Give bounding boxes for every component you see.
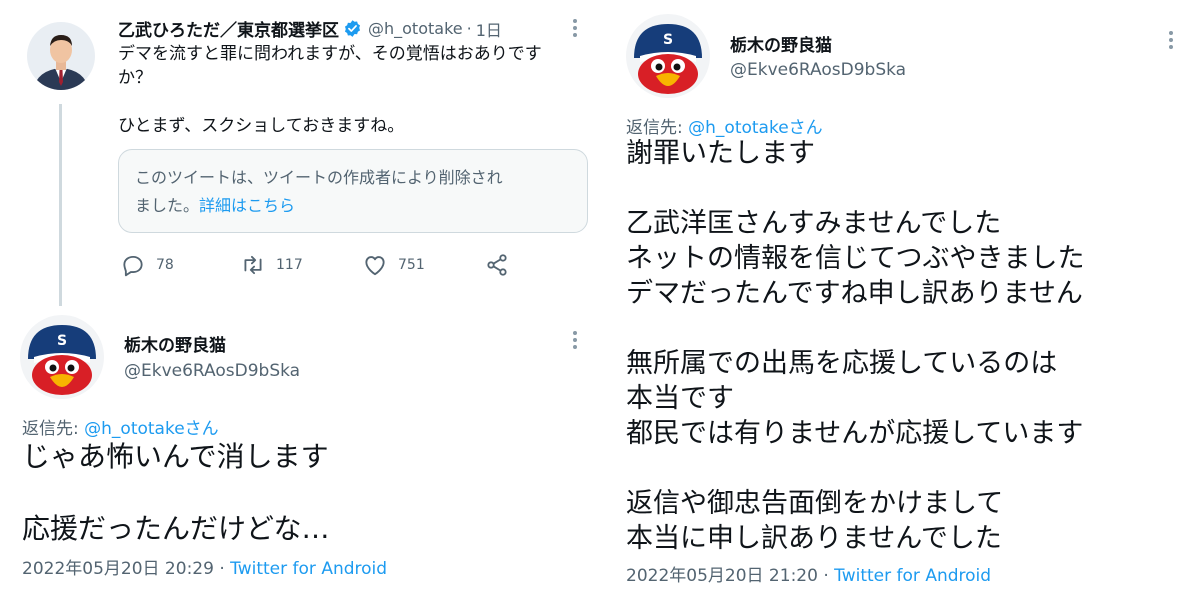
reply-author-avatar[interactable]: S xyxy=(626,14,710,98)
tweet-text-line: 都民では有りませんが応援しています xyxy=(626,418,1084,449)
learn-more-link[interactable]: 詳細はこちら xyxy=(199,196,295,215)
apology-tweet-footer: 2022年05月20日 21:20 · Twitter for Android xyxy=(626,561,991,586)
tweet-timestamp[interactable]: 2022年05月20日 21:20 xyxy=(626,566,818,586)
tweet-text-line: じゃあ怖いんで消します xyxy=(22,440,329,473)
tweet-text-line: 謝罪いたします xyxy=(626,138,815,169)
replying-to-label: 返信先: xyxy=(626,118,689,138)
more-options-icon[interactable] xyxy=(563,16,587,40)
tweet-text-line: 無所属での出馬を応援しているのは xyxy=(626,348,1058,379)
tweet-text-line: デマだったんですね申し訳ありません xyxy=(626,278,1083,309)
tweet-text-line: ひとまず、スクショしておきますね。 xyxy=(118,116,405,136)
tweet-text-line: 応援だったんだけどな… xyxy=(22,512,330,545)
footer-separator: · xyxy=(213,559,231,579)
tweet-text-line: 本当です xyxy=(626,383,734,414)
reply-author-avatar[interactable]: S xyxy=(20,315,104,399)
tweet-action-bar: 78 117 751 xyxy=(120,252,520,280)
reply-author-handle[interactable]: @Ekve6RAosD9bSka xyxy=(730,60,906,80)
replying-to-user-link[interactable]: @h_ototakeさん xyxy=(84,419,219,439)
share-icon xyxy=(487,254,507,276)
original-author-name[interactable]: 乙武ひろただ／東京都選挙区 xyxy=(118,16,339,41)
tweet-text-line: 乙武洋匡さんすみませんでした xyxy=(626,208,1002,239)
deleted-notice-line: このツイートは、ツイートの作成者により削除され xyxy=(135,168,503,187)
verified-badge-icon xyxy=(343,19,362,38)
reply-author-name[interactable]: 栃木の野良猫 xyxy=(124,331,226,356)
svg-text:S: S xyxy=(663,32,673,48)
reply-tweet-footer: 2022年05月20日 20:29 · Twitter for Android xyxy=(22,554,387,579)
more-options-icon[interactable] xyxy=(563,328,587,352)
left-screenshot-panel: 乙武ひろただ／東京都選挙区 @h_ototake · 1日 デマを流すと罪に問わ… xyxy=(0,0,600,592)
share-button[interactable] xyxy=(484,252,520,278)
reply-count: 78 xyxy=(156,257,174,273)
tweet-text-line: 返信や御忠告面倒をかけまして xyxy=(626,488,1004,519)
deleted-notice-line: ました。 xyxy=(135,196,200,215)
original-tweet-text: デマを流すと罪に問われますが、その覚悟はおありです か？ ひとまず、スクショして… xyxy=(118,42,542,138)
reply-icon xyxy=(123,255,143,277)
retweet-button[interactable]: 117 xyxy=(240,252,303,278)
reply-button[interactable]: 78 xyxy=(120,252,174,278)
tweet-time-ago[interactable]: 1日 xyxy=(476,17,502,41)
reply-author-name[interactable]: 栃木の野良猫 xyxy=(730,31,832,56)
replying-to-label: 返信先: xyxy=(22,419,85,439)
header-separator: · xyxy=(466,19,472,38)
thread-connector-line xyxy=(59,104,62,306)
replying-to-line: 返信先: @h_ototakeさん xyxy=(22,414,219,439)
like-count: 751 xyxy=(398,257,425,273)
more-options-icon[interactable] xyxy=(1159,28,1183,52)
footer-separator: · xyxy=(817,566,835,586)
retweet-icon xyxy=(244,255,262,275)
tweet-text-line: デマを流すと罪に問われますが、その覚悟はおありです xyxy=(118,44,542,64)
tweet-source-link[interactable]: Twitter for Android xyxy=(230,559,387,579)
tweet-timestamp[interactable]: 2022年05月20日 20:29 xyxy=(22,559,214,579)
reply-author-handle[interactable]: @Ekve6RAosD9bSka xyxy=(124,361,300,381)
original-tweet-header: 乙武ひろただ／東京都選挙区 @h_ototake · 1日 xyxy=(118,16,502,41)
original-author-avatar[interactable] xyxy=(27,22,95,90)
like-button[interactable]: 751 xyxy=(362,252,425,278)
svg-text:S: S xyxy=(57,333,67,349)
deleted-quote-tweet-notice: このツイートは、ツイートの作成者により削除され ました。詳細はこちら xyxy=(118,149,588,233)
reply-tweet-text: じゃあ怖いんで消します 応援だったんだけどな… xyxy=(22,437,329,549)
tweet-source-link[interactable]: Twitter for Android xyxy=(834,566,991,586)
right-screenshot-panel: S 栃木の野良猫 @Ekve6RAosD9bSka 返信先: @h_ototak… xyxy=(604,0,1200,592)
retweet-count: 117 xyxy=(276,257,303,273)
apology-tweet-text: 謝罪いたします 乙武洋匡さんすみませんでした ネットの情報を信じてつぶやきました… xyxy=(626,136,1084,556)
replying-to-line: 返信先: @h_ototakeさん xyxy=(626,113,823,138)
like-icon xyxy=(365,256,385,276)
tweet-text-line: 本当に申し訳ありませんでした xyxy=(626,523,1002,554)
original-author-handle[interactable]: @h_ototake xyxy=(368,19,463,38)
tweet-text-line: か？ xyxy=(118,68,152,88)
replying-to-user-link[interactable]: @h_ototakeさん xyxy=(688,118,823,138)
tweet-text-line: ネットの情報を信じてつぶやきました xyxy=(626,243,1085,274)
